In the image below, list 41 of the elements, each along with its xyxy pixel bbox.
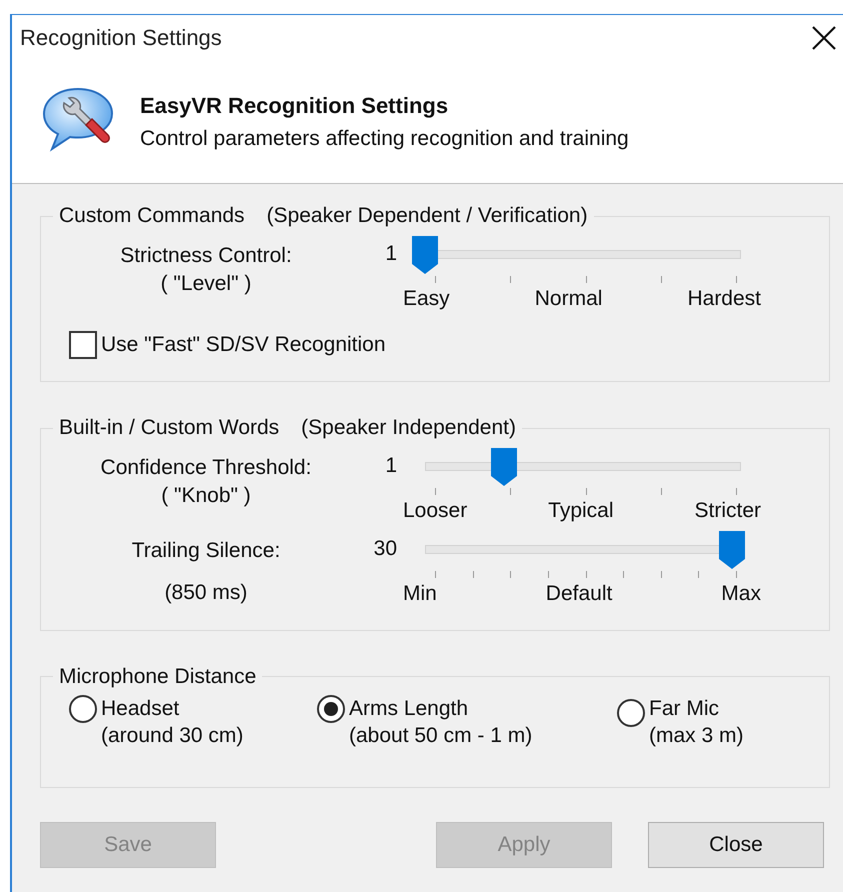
tick-label: Looser: [403, 499, 468, 523]
slider-label: Strictness Control:: [120, 243, 292, 269]
dialog-description: Control parameters affecting recognition and training: [140, 127, 629, 151]
group-note: (Speaker Independent): [301, 416, 516, 440]
group-title: Built-in / Custom Words: [59, 416, 280, 440]
slider-label: Trailing Silence:: [132, 538, 280, 564]
radio-button[interactable]: [317, 694, 345, 723]
slider-thumb[interactable]: [412, 236, 438, 274]
dialog-button[interactable]: Close: [648, 822, 824, 868]
radio-label: Arms Length: [349, 696, 470, 722]
window-title: Recognition Settings: [20, 25, 222, 51]
tick-label: Max: [721, 582, 761, 606]
radio-button[interactable]: [69, 694, 97, 723]
radio-label: Far Mic: [649, 696, 720, 722]
slider-thumb[interactable]: [491, 448, 517, 486]
tick-label: Easy: [403, 287, 450, 311]
slider-value: 30: [372, 537, 398, 561]
tick-label: Stricter: [694, 499, 761, 523]
group-title: Microphone Distance: [59, 664, 256, 689]
radio-sublabel: (around 30 cm): [101, 722, 244, 749]
slider-label: Confidence Threshold:: [100, 455, 312, 481]
dialog-heading: EasyVR Recognition Settings: [140, 93, 450, 119]
radio-button[interactable]: [617, 698, 645, 727]
radio-sublabel: (about 50 cm - 1 m): [349, 722, 532, 749]
radio-label: Headset: [101, 696, 180, 722]
tick-label: Min: [403, 582, 437, 606]
slider-value: 1: [384, 454, 398, 478]
radio-sublabel: (max 3 m): [649, 722, 744, 749]
tick-label: Hardest: [687, 287, 761, 311]
slider-thumb[interactable]: [718, 531, 745, 569]
group-title: Custom Commands: [59, 204, 245, 228]
slider-value: 1: [384, 242, 398, 266]
group-note: (Speaker Dependent / Verification): [266, 204, 588, 228]
slider-sublabel: (850 ms): [164, 580, 248, 606]
slider-sublabel: ( "Level" ): [160, 271, 252, 298]
tick-label: Default: [546, 582, 612, 606]
checkbox[interactable]: [69, 331, 97, 359]
slider-sublabel: ( "Knob" ): [161, 483, 251, 510]
tick-label: Normal: [534, 287, 602, 311]
tick-label: Typical: [548, 499, 614, 523]
checkbox-label: Use "Fast" SD/SV Recognition: [101, 333, 386, 357]
